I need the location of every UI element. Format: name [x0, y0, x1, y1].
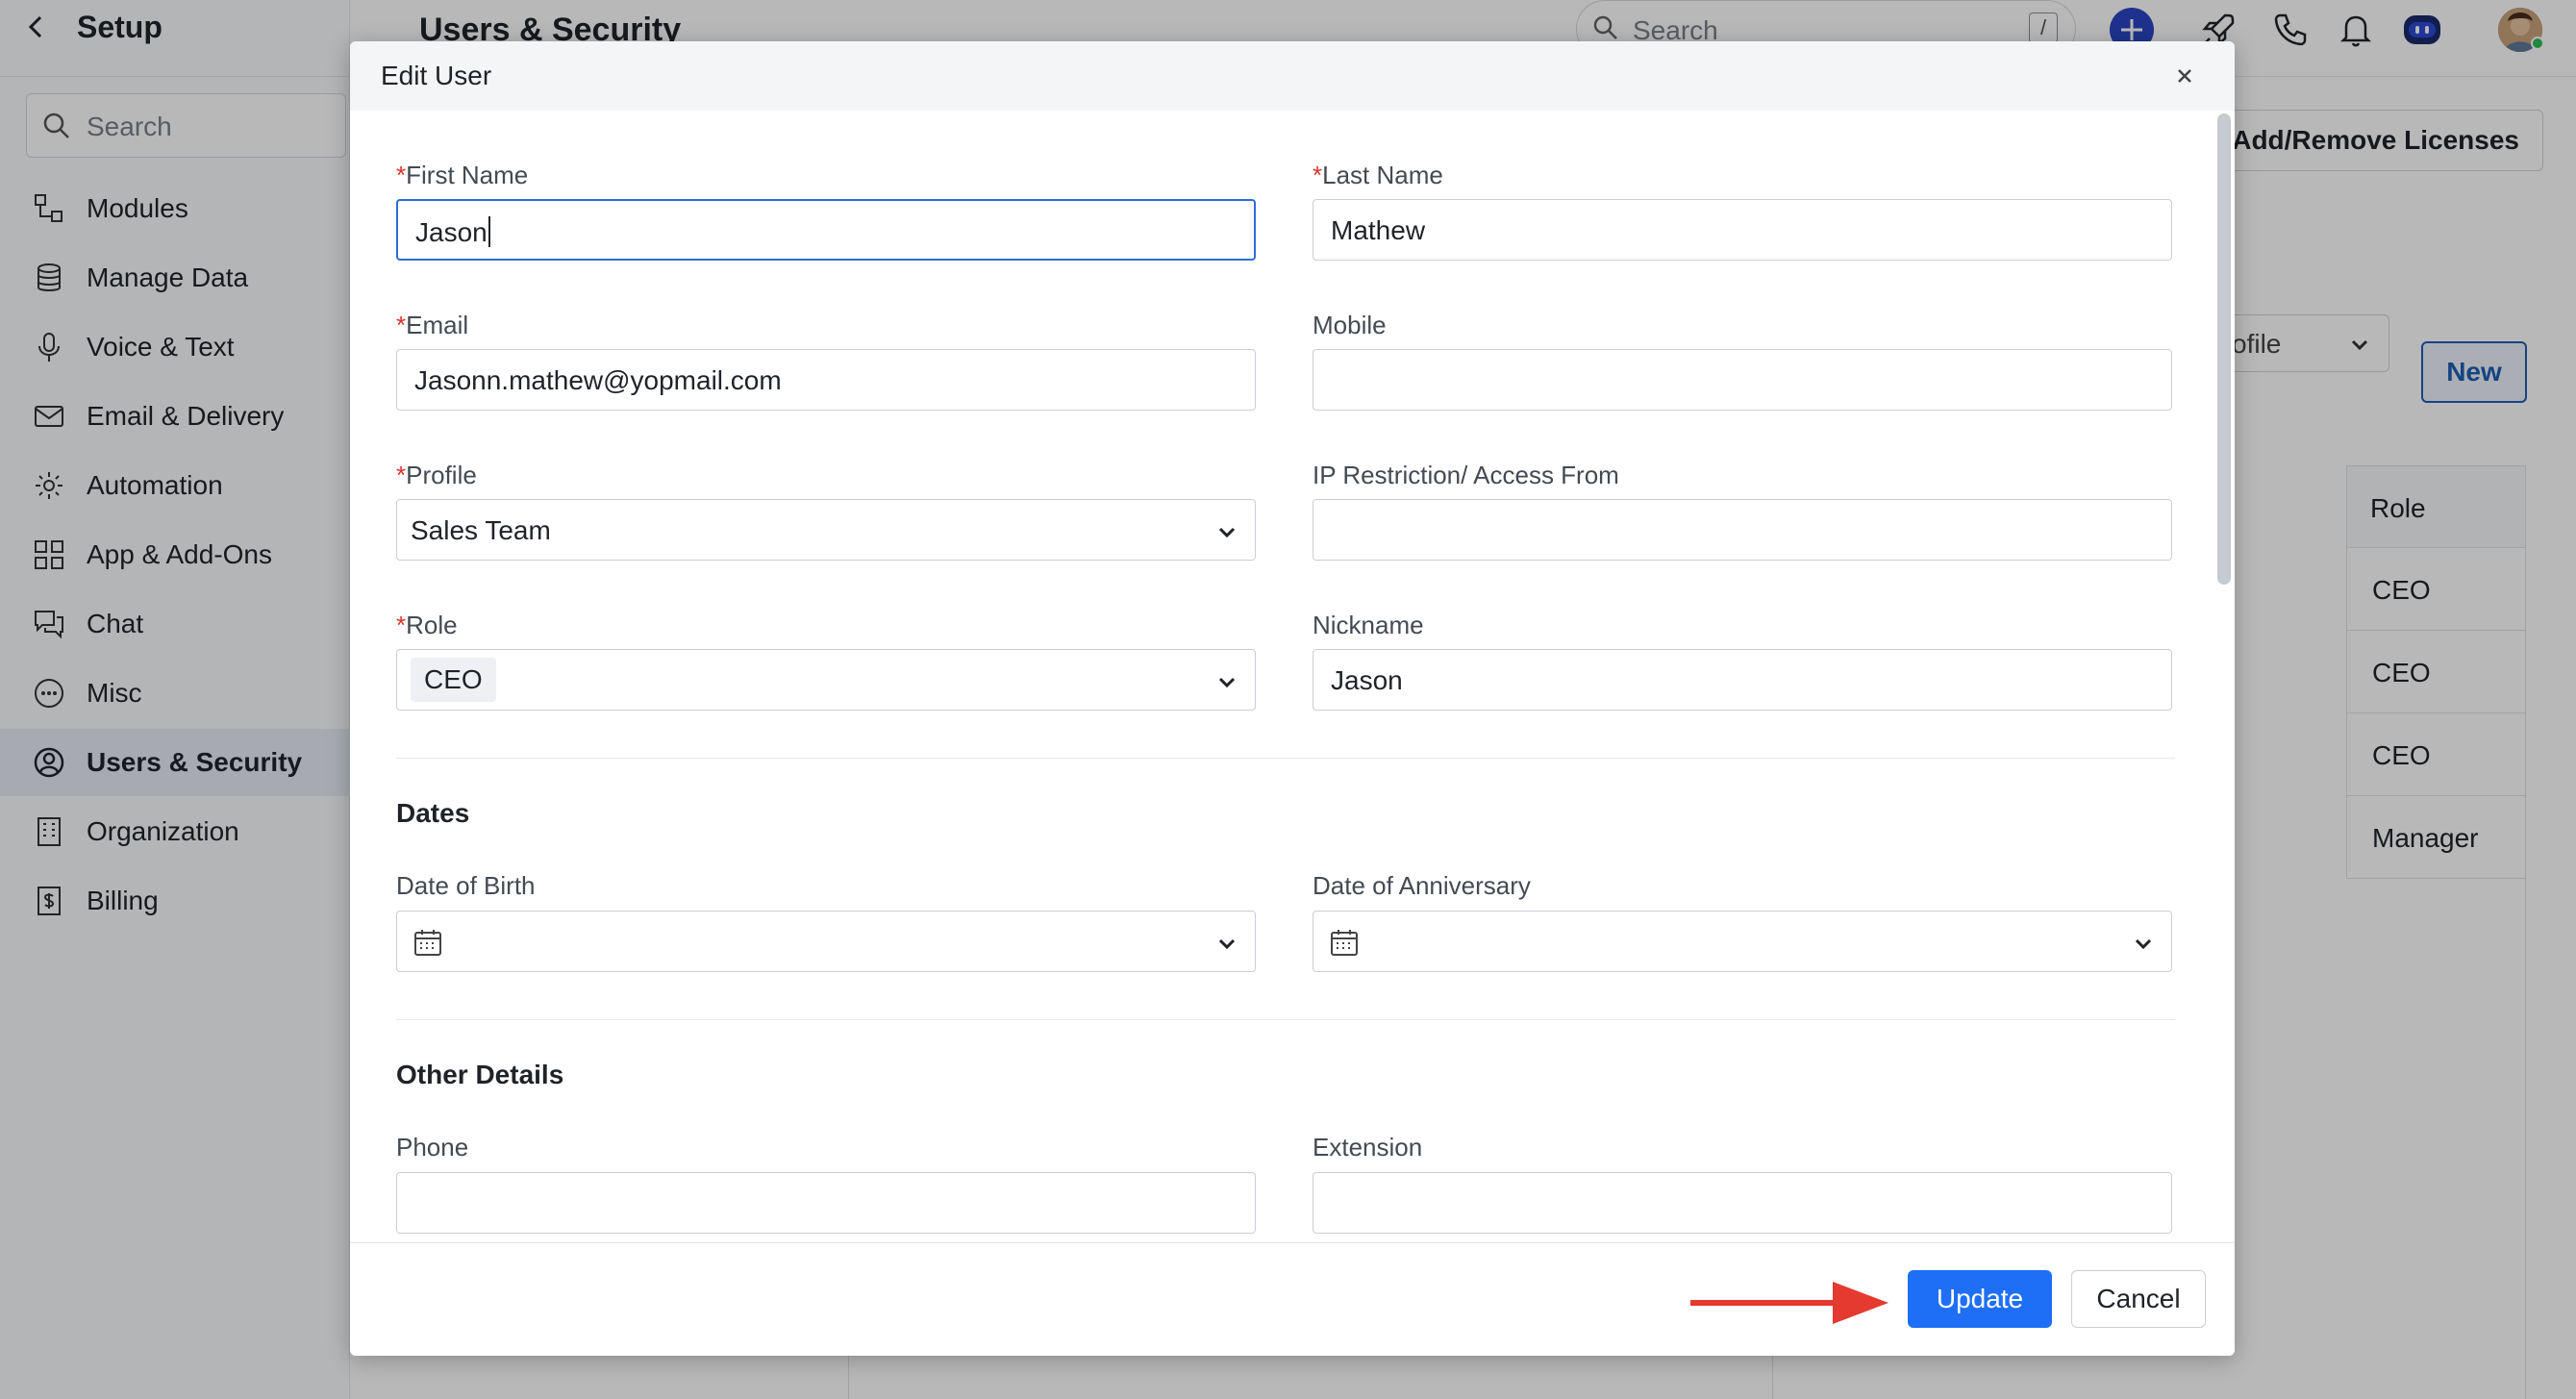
label-text: Email: [406, 311, 469, 339]
last-name-value: Mathew: [1331, 215, 1426, 245]
label-text: First Name: [406, 161, 529, 189]
date-of-anniversary-picker[interactable]: [1313, 911, 2172, 972]
phone-input[interactable]: [396, 1172, 1256, 1234]
last-name-input[interactable]: Mathew: [1313, 199, 2172, 261]
profile-value: Sales Team: [411, 515, 551, 545]
profile-select[interactable]: Sales Team: [396, 499, 1256, 561]
modal-scrollbar[interactable]: [2217, 113, 2231, 585]
first-name-input[interactable]: Jason: [396, 199, 1256, 261]
chevron-down-icon: [1218, 677, 1236, 688]
chevron-down-icon: [1218, 938, 1236, 950]
required-mark: *: [396, 461, 407, 489]
calendar-icon: [414, 930, 441, 956]
label-text: Role: [406, 611, 458, 639]
required-mark: *: [396, 161, 407, 189]
role-label: *Role: [396, 611, 458, 640]
close-icon[interactable]: [2171, 62, 2198, 89]
label-text: Profile: [406, 461, 477, 489]
email-label: *Email: [396, 311, 468, 340]
ip-restriction-label: IP Restriction/ Access From: [1313, 461, 1619, 489]
other-details-section-title: Other Details: [396, 1060, 564, 1089]
email-value: Jasonn.mathew@yopmail.com: [414, 365, 782, 395]
role-select[interactable]: CEO: [396, 649, 1256, 711]
nickname-value: Jason: [1331, 665, 1403, 695]
phone-label: Phone: [396, 1133, 469, 1162]
ip-restriction-input[interactable]: [1313, 499, 2172, 561]
chevron-down-icon: [2135, 938, 2152, 950]
edit-user-modal: Edit User *First Name Jason *Last Name M…: [350, 41, 2235, 1356]
text-caret: [488, 216, 490, 247]
extension-label: Extension: [1313, 1133, 1423, 1162]
role-chip: CEO: [411, 658, 496, 702]
required-mark: *: [396, 611, 407, 639]
last-name-label: *Last Name: [1313, 161, 1443, 190]
date-of-birth-picker[interactable]: [396, 911, 1256, 972]
chevron-down-icon: [1218, 527, 1236, 538]
date-of-anniversary-label: Date of Anniversary: [1313, 871, 1531, 900]
required-mark: *: [396, 311, 407, 339]
required-mark: *: [1313, 161, 1323, 189]
nickname-input[interactable]: Jason: [1313, 649, 2172, 711]
modal-footer: Update Cancel: [350, 1242, 2235, 1356]
profile-label: *Profile: [396, 461, 477, 490]
dates-section-title: Dates: [396, 798, 470, 828]
field-text: Jason: [415, 217, 488, 247]
date-of-birth-label: Date of Birth: [396, 871, 536, 900]
calendar-icon: [1331, 930, 1358, 956]
section-divider: [396, 1019, 2175, 1020]
first-name-value: Jason: [415, 216, 490, 248]
cancel-button[interactable]: Cancel: [2071, 1270, 2206, 1328]
email-field[interactable]: Jasonn.mathew@yopmail.com: [396, 349, 1256, 411]
annotation-arrow-icon: [1690, 1282, 1888, 1324]
section-divider: [396, 758, 2175, 759]
mobile-label: Mobile: [1313, 311, 1387, 339]
update-button[interactable]: Update: [1908, 1270, 2052, 1328]
nickname-label: Nickname: [1313, 611, 1424, 639]
mobile-input[interactable]: [1313, 349, 2172, 411]
first-name-label: *First Name: [396, 161, 528, 190]
extension-input[interactable]: [1313, 1172, 2172, 1234]
label-text: Last Name: [1322, 161, 1443, 189]
modal-header: Edit User: [350, 41, 2235, 111]
modal-title: Edit User: [381, 61, 492, 90]
